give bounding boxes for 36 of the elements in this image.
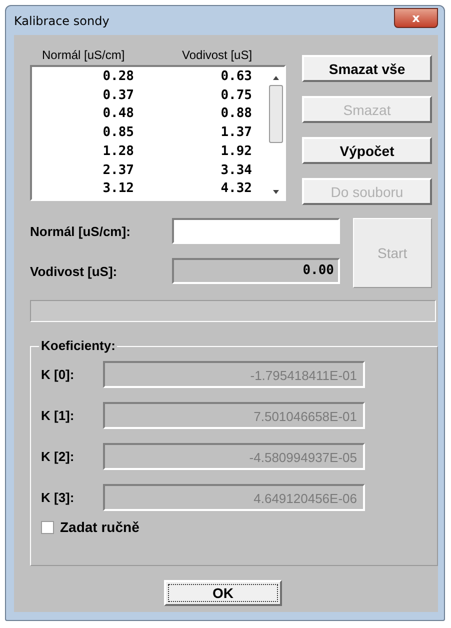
list-cell-text: 4.32	[220, 180, 252, 198]
group-title: Koeficienty:	[39, 338, 118, 353]
coefficient-label: K [1]:	[41, 408, 76, 423]
close-button[interactable]: x	[394, 8, 438, 28]
ok-button[interactable]: OK	[164, 580, 282, 606]
list-cell-text: 0.37	[102, 86, 134, 105]
action-button[interactable]: Smazat vše	[302, 55, 432, 82]
list-cell-text: 0.75	[220, 86, 252, 105]
column-header: Vodivost [uS]	[182, 48, 252, 62]
scroll-down-icon[interactable]	[272, 189, 280, 195]
coefficient-label: K [3]:	[41, 490, 76, 505]
action-button[interactable]: Výpočet	[302, 137, 432, 164]
list-cell-text: 1.28	[102, 142, 134, 161]
field-label: Vodivost [uS]:	[30, 264, 118, 278]
window-title: Kalibrace sondy	[14, 14, 110, 28]
scroll-up-icon[interactable]	[272, 75, 280, 81]
input-field[interactable]	[172, 218, 340, 244]
checkbox[interactable]	[41, 520, 54, 534]
list-cell-text: 2.37	[102, 162, 134, 180]
column-header: Normál [uS/cm]	[42, 48, 126, 62]
data-list[interactable]: 0.28 0.63 0.37 0.75 0.48 0.88 0.85 1.37 1.28 1.92 2.37 3.34 3.12 4.32	[30, 65, 286, 201]
value-field: 0.00	[172, 258, 340, 284]
checkbox-label: Zadat ručně	[60, 519, 140, 535]
coefficient-label: K [2]:	[41, 449, 76, 464]
coefficient-label: K [0]:	[41, 367, 76, 382]
list-cell-text: 0.28	[102, 68, 134, 86]
field-label: Normál [uS/cm]:	[30, 224, 132, 238]
list-cell-text: 1.92	[220, 142, 252, 161]
list-cell-text: 0.63	[220, 68, 252, 86]
list-cell-text: 3.12	[102, 180, 134, 198]
scroll-thumb[interactable]	[268, 85, 282, 143]
list-cell-text: 0.85	[102, 124, 134, 142]
list-cell-text: 1.37	[220, 124, 252, 142]
list-cell-text: 0.48	[102, 105, 134, 124]
list-cell-text: 3.34	[220, 162, 252, 180]
list-cell-text: 0.88	[220, 105, 252, 124]
